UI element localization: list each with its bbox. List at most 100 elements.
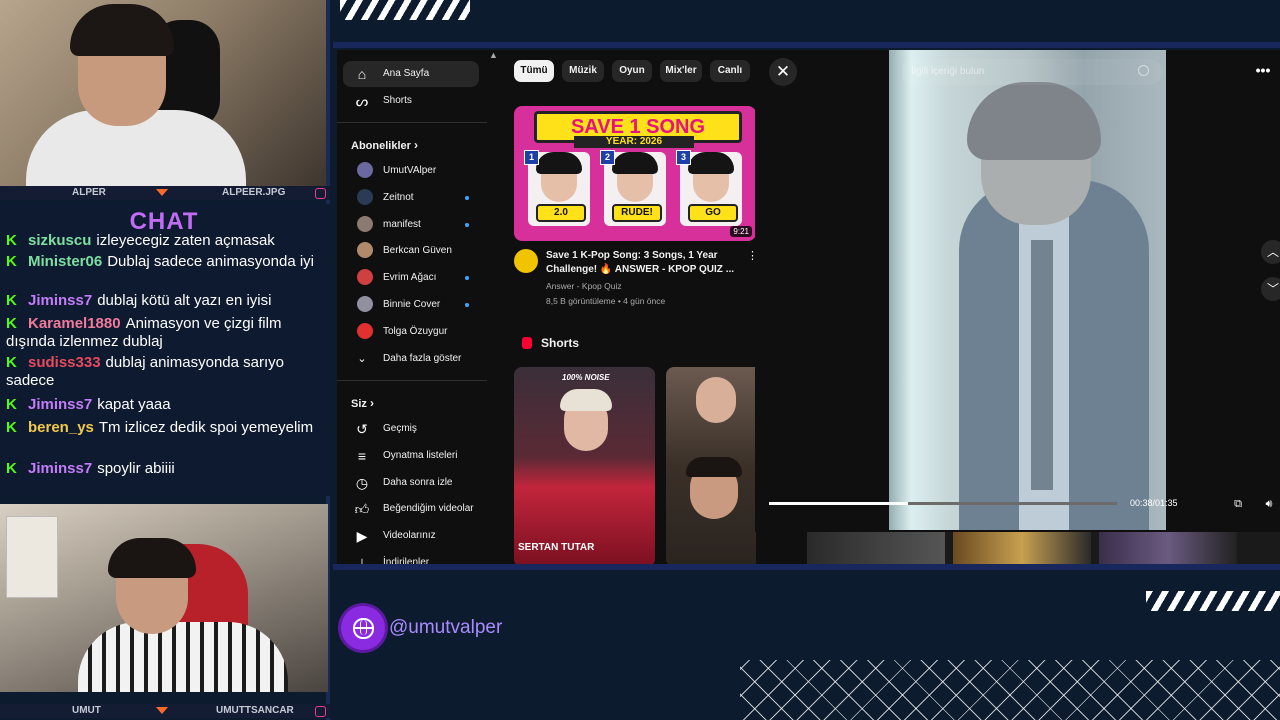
- channel-avatar: [357, 296, 373, 312]
- channel-avatar[interactable]: [514, 249, 538, 273]
- kick-badge-icon: K: [6, 253, 17, 270]
- chat-text: spoylir abiiii: [97, 460, 175, 477]
- seek-bar[interactable]: [769, 502, 1117, 505]
- you-item-label: Daha sonra izle: [383, 476, 453, 488]
- shorts-player: ✕ İlgili içeriği bulun ••• ︿ ﹀ 00:38/01:…: [755, 50, 1280, 532]
- sidebar-item-label: Shorts: [383, 95, 412, 106]
- guest-webcam: [0, 504, 328, 692]
- scroll-up-icon[interactable]: ▲: [489, 50, 498, 60]
- subscription-item[interactable]: Berkcan Güven: [343, 238, 479, 264]
- chat-username[interactable]: Minister06: [28, 253, 102, 270]
- shorts-heading: Shorts: [541, 336, 580, 350]
- subscription-item[interactable]: Evrim Ağacı: [343, 265, 479, 291]
- chat-username[interactable]: sudiss333: [28, 354, 101, 371]
- screen-frame-top: [333, 42, 1280, 48]
- chat-username[interactable]: Jiminss7: [28, 292, 92, 309]
- you-item-label: Oynatma listeleri: [383, 449, 458, 461]
- chat-username[interactable]: Jiminss7: [28, 396, 92, 413]
- you-item[interactable]: ⤓ İndirilenler: [343, 550, 479, 564]
- next-short-button[interactable]: ﹀: [1261, 277, 1280, 301]
- chat-username[interactable]: beren_ys: [28, 419, 94, 436]
- chip-music[interactable]: Müzik: [562, 60, 604, 82]
- you-item[interactable]: ▶ Videolarınız: [343, 523, 479, 549]
- show-more-button[interactable]: ⌄ Daha fazla göster: [343, 346, 479, 372]
- chat-message: K Jiminss7 dublaj kötü alt yazı en iyisi: [6, 292, 326, 310]
- video-duration: 9:21: [730, 226, 752, 237]
- chat-message: K Jiminss7 kapat yaaa: [6, 396, 326, 414]
- chat-panel: CHAT Ksizkuscu izleyecegiz zaten açmasak K…: [0, 204, 330, 496]
- subscriptions-heading[interactable]: Abonelikler ›: [351, 138, 418, 152]
- video-title[interactable]: Save 1 K-Pop Song: 3 Songs, 1 Year Chall…: [546, 249, 742, 277]
- streamer-name: ALPER: [72, 187, 106, 198]
- channel-avatar: [357, 162, 373, 178]
- divider: [337, 122, 487, 123]
- chat-username[interactable]: Karamel1880: [28, 315, 121, 332]
- playlist-icon: ≡: [357, 447, 367, 464]
- subscription-item[interactable]: Zeitnot: [343, 185, 479, 211]
- sidebar-item-shorts[interactable]: ᔕ Shorts: [343, 88, 479, 114]
- subscription-label: Tolga Özuygur: [383, 325, 448, 337]
- close-icon[interactable]: ✕: [769, 58, 797, 86]
- sidebar-item-label: Daha fazla göster: [383, 353, 462, 364]
- chat-message: K Minister06 Dublaj sadece animasyonda iyi: [6, 253, 326, 271]
- new-content-dot: [465, 222, 469, 227]
- you-item[interactable]: ↺ Geçmiş: [343, 416, 479, 442]
- instagram-icon: [315, 706, 326, 717]
- short-card[interactable]: 100% NOISE SERTAN TUTAR: [514, 367, 655, 564]
- short-card[interactable]: [666, 367, 756, 564]
- triangle-icon: [156, 189, 168, 196]
- decorative-stripes: [340, 0, 470, 20]
- triangle-icon: [156, 707, 168, 714]
- video-thumbnail[interactable]: SAVE 1 SONG YEAR: 2026 2.0 RUDE! GO 1 2 …: [514, 106, 756, 241]
- you-item-label: İndirilenler: [383, 557, 430, 564]
- subscription-item[interactable]: Binnie Cover: [343, 292, 479, 318]
- chat-text: Dublaj sadece animasyonda iyi: [107, 253, 314, 270]
- divider: [337, 380, 487, 381]
- globe-icon: [341, 606, 385, 650]
- pip-icon[interactable]: ⧉: [1229, 495, 1247, 513]
- you-heading[interactable]: Siz ›: [351, 396, 374, 410]
- streamer-webcam: [0, 0, 328, 186]
- kick-badge-icon: K: [6, 292, 17, 309]
- guest-handle: UMUTTSANCAR: [216, 705, 294, 716]
- chip-all[interactable]: Tümü: [514, 60, 554, 82]
- channel-avatar: [357, 322, 373, 339]
- chat-username[interactable]: Jiminss7: [28, 460, 92, 477]
- watch-later-icon: ◷: [355, 474, 369, 491]
- screen-frame-bottom: [333, 564, 1280, 570]
- sidebar-item-home[interactable]: ⌂ Ana Sayfa: [343, 61, 479, 87]
- related-search-input[interactable]: İlgili içeriği bulun: [901, 59, 1163, 85]
- streamer-handle: ALPEER.JPG: [222, 187, 286, 198]
- kick-badge-icon: K: [6, 315, 17, 332]
- you-item[interactable]: ≡ Oynatma listeleri: [343, 443, 479, 469]
- volume-icon[interactable]: 🔊︎: [1260, 495, 1278, 513]
- chat-username[interactable]: sizkuscu: [28, 232, 91, 249]
- your-videos-icon: ▶: [356, 528, 368, 545]
- guest-name: UMUT: [72, 705, 101, 716]
- short-video[interactable]: [889, 50, 1166, 530]
- subscription-label: manifest: [383, 218, 421, 230]
- chevron-down-icon: ⌄: [357, 353, 367, 365]
- subscription-item[interactable]: UmutVAlper: [343, 158, 479, 184]
- channel-avatar: [357, 269, 373, 286]
- you-item[interactable]: 👍︎ Beğendiğim videolar: [343, 496, 479, 522]
- more-icon[interactable]: •••: [1251, 60, 1275, 84]
- chip-live[interactable]: Canlı: [710, 60, 750, 82]
- chip-gaming[interactable]: Oyun: [612, 60, 652, 82]
- history-icon: ↺: [356, 421, 368, 437]
- you-item[interactable]: ◷ Daha sonra izle: [343, 470, 479, 496]
- chat-text: dublaj kötü alt yazı en iyisi: [97, 292, 272, 309]
- channel-name[interactable]: Answer - Kpop Quiz: [546, 281, 622, 291]
- subscription-label: Berkcan Güven: [383, 245, 452, 257]
- related-shorts-strip[interactable]: [807, 532, 1280, 564]
- home-icon: ⌂: [357, 66, 367, 82]
- previous-short-button[interactable]: ︿: [1261, 240, 1280, 264]
- search-icon[interactable]: [1138, 65, 1149, 76]
- subscription-item[interactable]: Tolga Özuygur: [343, 319, 479, 345]
- chat-message: Ksudiss333 dublaj animasyonda sarıyo sade…: [6, 354, 326, 390]
- subscription-item[interactable]: manifest: [343, 212, 479, 238]
- you-item-label: Geçmiş: [383, 423, 417, 434]
- channel-avatar: [357, 215, 373, 232]
- kick-badge-icon: K: [6, 460, 17, 477]
- chip-mixes[interactable]: Mix'ler: [660, 60, 702, 82]
